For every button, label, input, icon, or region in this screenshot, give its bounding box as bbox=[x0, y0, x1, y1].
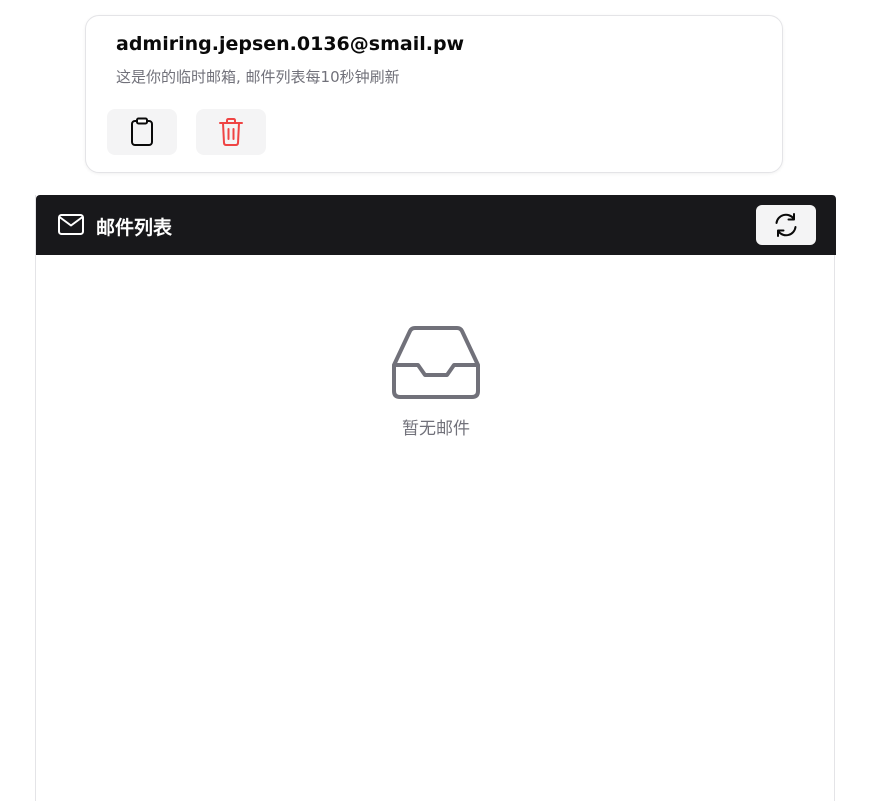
mail-icon bbox=[58, 214, 84, 235]
email-address[interactable]: admiring.jepsen.0136@smail.pw bbox=[116, 33, 464, 55]
address-card: admiring.jepsen.0136@smail.pw 这是你的临时邮箱, … bbox=[85, 15, 783, 173]
mail-list-panel: 邮件列表 暂无邮件 bbox=[35, 195, 836, 801]
clipboard-icon bbox=[131, 117, 153, 146]
email-hint: 这是你的临时邮箱, 邮件列表每10秒钟刷新 bbox=[116, 68, 400, 86]
inbox-icon bbox=[392, 326, 480, 399]
copy-button[interactable] bbox=[107, 109, 177, 155]
empty-state-text: 暂无邮件 bbox=[402, 419, 470, 439]
mail-list-title: 邮件列表 bbox=[96, 217, 173, 239]
page: admiring.jepsen.0136@smail.pw 这是你的临时邮箱, … bbox=[0, 0, 869, 801]
delete-button[interactable] bbox=[196, 109, 266, 155]
mail-list-header: 邮件列表 bbox=[36, 195, 836, 255]
refresh-button[interactable] bbox=[756, 205, 816, 245]
trash-icon bbox=[219, 118, 243, 146]
refresh-icon bbox=[775, 213, 797, 237]
empty-state: 暂无邮件 bbox=[36, 325, 836, 439]
